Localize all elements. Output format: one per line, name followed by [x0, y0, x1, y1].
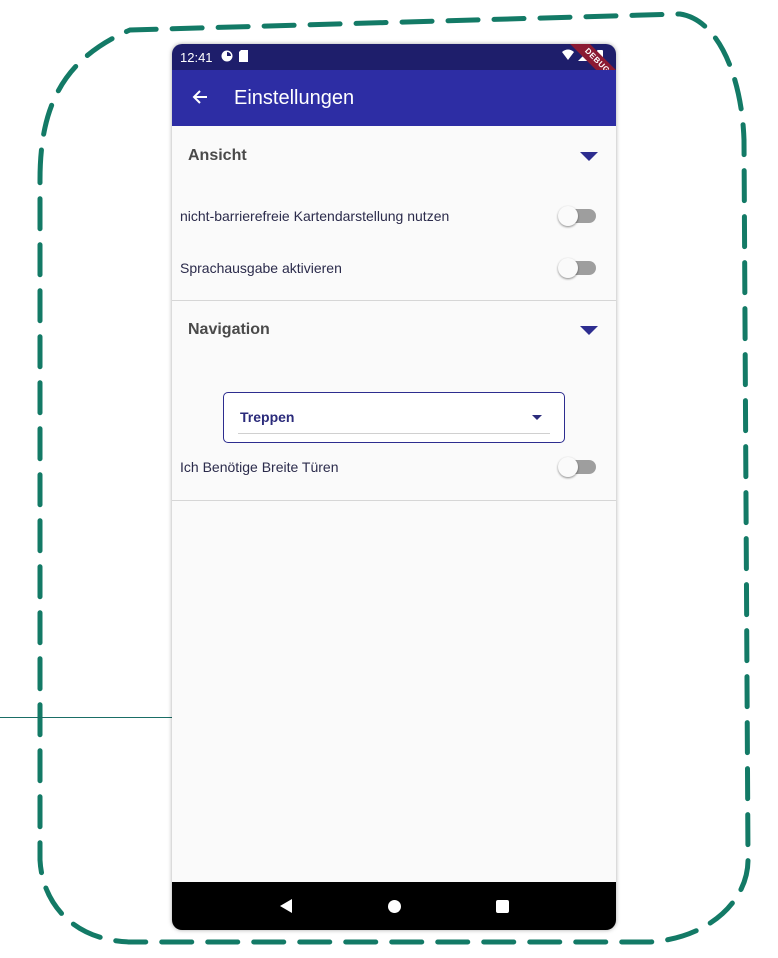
setting-label: Sprachausgabe aktivieren [180, 260, 342, 276]
wifi-icon [562, 49, 574, 60]
phone-screen: 12:41 DEBUG Einstellungen Ansicht nicht-… [172, 44, 616, 930]
wide-doors-switch[interactable] [558, 457, 596, 477]
section-title: Ansicht [188, 147, 247, 164]
arrow-left-icon [192, 85, 208, 111]
expand-arrow-icon [580, 151, 598, 161]
triangle-back-icon [280, 899, 292, 913]
page-title: Einstellungen [234, 86, 355, 109]
setting-row-voice-output: Sprachausgabe aktivieren [172, 242, 616, 294]
expand-arrow-icon [580, 325, 598, 335]
app-bar: Einstellungen [172, 70, 616, 126]
callout-line [0, 717, 172, 718]
divider [172, 300, 616, 301]
section-header-navigation[interactable]: Navigation [172, 302, 616, 358]
nav-home-button[interactable] [382, 894, 406, 918]
setting-label: Ich Benötige Breite Türen [180, 459, 339, 475]
switch-thumb [558, 206, 578, 226]
switch-thumb [558, 258, 578, 278]
nav-recents-button[interactable] [490, 894, 514, 918]
system-nav-bar [172, 882, 616, 930]
dropdown-underline [238, 433, 550, 434]
nav-back-button[interactable] [274, 894, 298, 918]
back-button[interactable] [172, 70, 228, 126]
stairs-dropdown[interactable]: Treppen [223, 392, 565, 443]
section-header-ansicht[interactable]: Ansicht [172, 128, 616, 184]
sd-card-icon [238, 49, 248, 65]
dropdown-arrow-icon [532, 415, 542, 420]
status-time: 12:41 [180, 49, 213, 65]
section-title: Navigation [188, 321, 270, 338]
sync-icon [221, 50, 233, 65]
setting-label: nicht-barrierefreie Kartendarstellung nu… [180, 208, 450, 224]
map-display-switch[interactable] [558, 206, 596, 226]
stage: 12:41 DEBUG Einstellungen Ansicht nicht-… [0, 0, 778, 958]
status-bar: 12:41 DEBUG [172, 44, 616, 98]
setting-row-wide-doors: Ich Benötige Breite Türen [172, 441, 616, 493]
divider [172, 500, 616, 501]
circle-home-icon [387, 899, 401, 913]
square-recents-icon [495, 899, 509, 913]
dropdown-value: Treppen [240, 409, 295, 425]
voice-output-switch[interactable] [558, 258, 596, 278]
switch-thumb [558, 457, 578, 477]
setting-row-map-display: nicht-barrierefreie Kartendarstellung nu… [172, 190, 616, 242]
